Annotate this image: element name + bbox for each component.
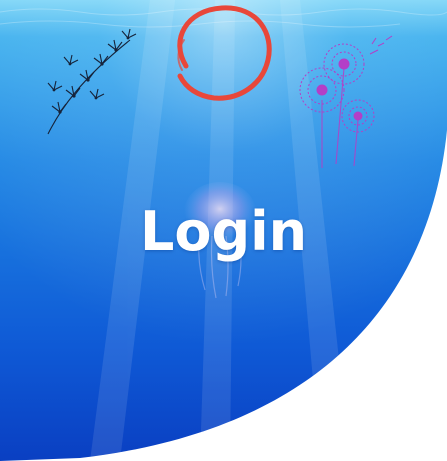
login-title: Login (139, 200, 308, 263)
login-screen: Login (0, 0, 447, 461)
